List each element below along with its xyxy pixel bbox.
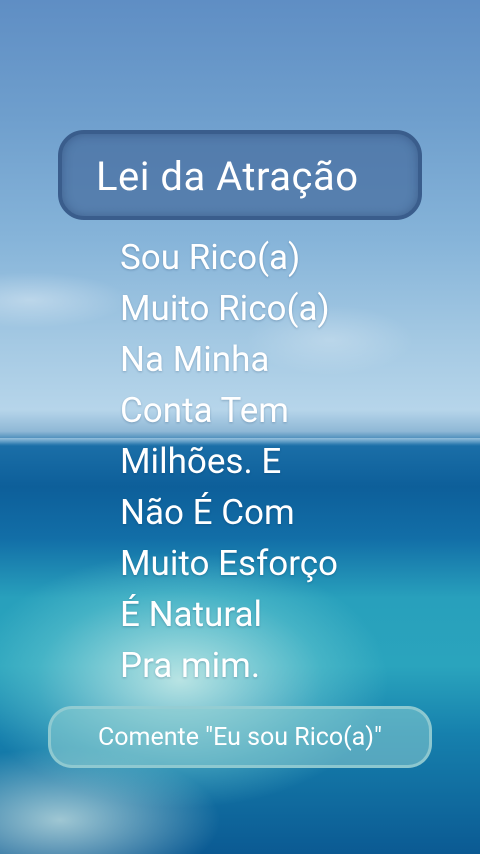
affirmation-line: É Natural (120, 594, 263, 635)
affirmation-text: Sou Rico(a) Muito Rico(a) Na Minha Conta… (120, 232, 338, 691)
comment-prompt-text: Comente "Eu sou Rico(a)" (98, 723, 382, 752)
affirmation-line: Na Minha (120, 339, 270, 380)
comment-prompt-banner: Comente "Eu sou Rico(a)" (48, 706, 432, 768)
affirmation-line: Conta Tem (120, 390, 290, 431)
affirmation-line: Sou Rico(a) (120, 237, 301, 278)
affirmation-line: Muito Esforço (120, 543, 339, 584)
affirmation-line: Milhões. E (120, 441, 282, 482)
affirmation-line: Muito Rico(a) (120, 288, 330, 329)
title-banner: Lei da Atração (58, 130, 422, 220)
page-title: Lei da Atração (96, 153, 359, 200)
affirmation-line: Pra mim. (120, 645, 261, 686)
affirmation-line: Não É Com (120, 492, 295, 533)
